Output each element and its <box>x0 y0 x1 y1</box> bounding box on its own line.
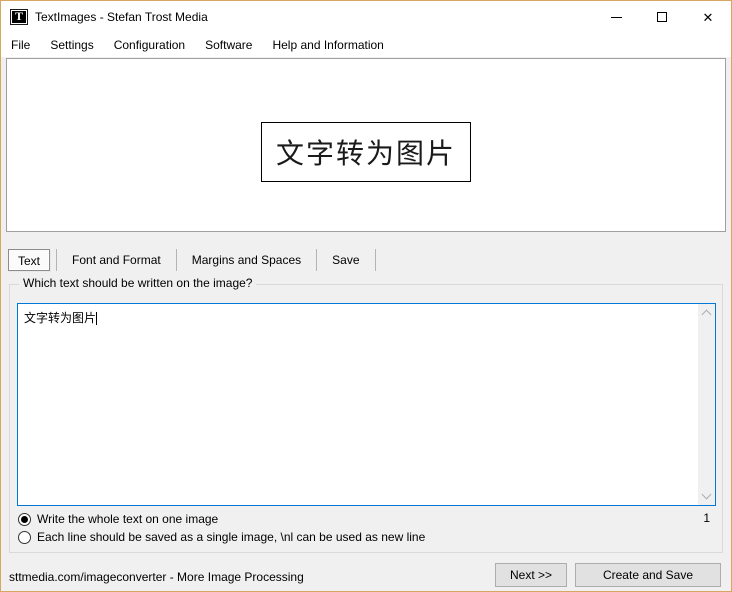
menu-configuration[interactable]: Configuration <box>104 33 195 57</box>
menu-software[interactable]: Software <box>195 33 262 57</box>
app-icon: T <box>10 9 28 25</box>
chevron-down-icon <box>701 489 712 500</box>
minimize-icon <box>610 16 622 18</box>
create-and-save-button[interactable]: Create and Save <box>575 563 721 587</box>
chevron-up-icon <box>701 309 712 320</box>
groupbox-label: Which text should be written on the imag… <box>19 276 257 290</box>
minimize-button[interactable] <box>593 1 639 33</box>
radio-each-line[interactable]: Each line should be saved as a single im… <box>18 528 425 546</box>
footer-buttons: Next >> Create and Save <box>495 563 721 587</box>
close-icon: ✕ <box>702 9 714 25</box>
tab-separator <box>56 248 58 271</box>
radio-whole-text-label: Write the whole text on one image <box>37 512 219 526</box>
tab-font-and-format[interactable]: Font and Format <box>63 249 170 271</box>
image-preview-panel: 文字转为图片 <box>6 58 726 232</box>
maximize-icon <box>657 12 667 22</box>
radio-unselected-icon[interactable] <box>18 530 31 544</box>
rendered-text-image: 文字转为图片 <box>260 122 472 182</box>
tab-separator <box>175 248 177 271</box>
close-button[interactable]: ✕ <box>685 1 731 33</box>
text-input-area[interactable]: 文字转为图片 <box>17 303 716 506</box>
output-mode-options: Write the whole text on one image Each l… <box>18 510 425 546</box>
app-window: T TextImages - Stefan Trost Media ✕ File… <box>0 0 732 592</box>
tab-save[interactable]: Save <box>323 249 368 271</box>
titlebar: T TextImages - Stefan Trost Media ✕ <box>1 1 731 33</box>
line-count: 1 <box>703 511 710 525</box>
vertical-scrollbar[interactable] <box>698 304 715 505</box>
tab-separator <box>316 248 318 271</box>
tab-separator <box>374 248 376 271</box>
next-button[interactable]: Next >> <box>495 563 567 587</box>
radio-selected-icon[interactable] <box>18 512 31 526</box>
text-input-value: 文字转为图片 <box>24 309 691 326</box>
window-controls: ✕ <box>593 1 731 33</box>
text-groupbox: Which text should be written on the imag… <box>9 276 723 553</box>
radio-whole-text[interactable]: Write the whole text on one image <box>18 510 425 528</box>
text-input-text: 文字转为图片 <box>24 311 97 325</box>
menu-file[interactable]: File <box>1 33 40 57</box>
status-link[interactable]: sttmedia.com/imageconverter - More Image… <box>9 570 304 584</box>
maximize-button[interactable] <box>639 1 685 33</box>
text-cursor <box>96 312 98 325</box>
tab-margins-and-spaces[interactable]: Margins and Spaces <box>183 249 310 271</box>
tab-bar: Text Font and Format Margins and Spaces … <box>8 248 382 271</box>
menu-help-and-information[interactable]: Help and Information <box>262 33 393 57</box>
scroll-down-button[interactable] <box>698 488 715 505</box>
menu-settings[interactable]: Settings <box>40 33 103 57</box>
menubar: File Settings Configuration Software Hel… <box>1 33 731 57</box>
radio-each-line-label: Each line should be saved as a single im… <box>37 530 426 544</box>
scroll-up-button[interactable] <box>698 304 715 321</box>
window-title: TextImages - Stefan Trost Media <box>35 10 208 24</box>
tab-text[interactable]: Text <box>8 248 51 271</box>
